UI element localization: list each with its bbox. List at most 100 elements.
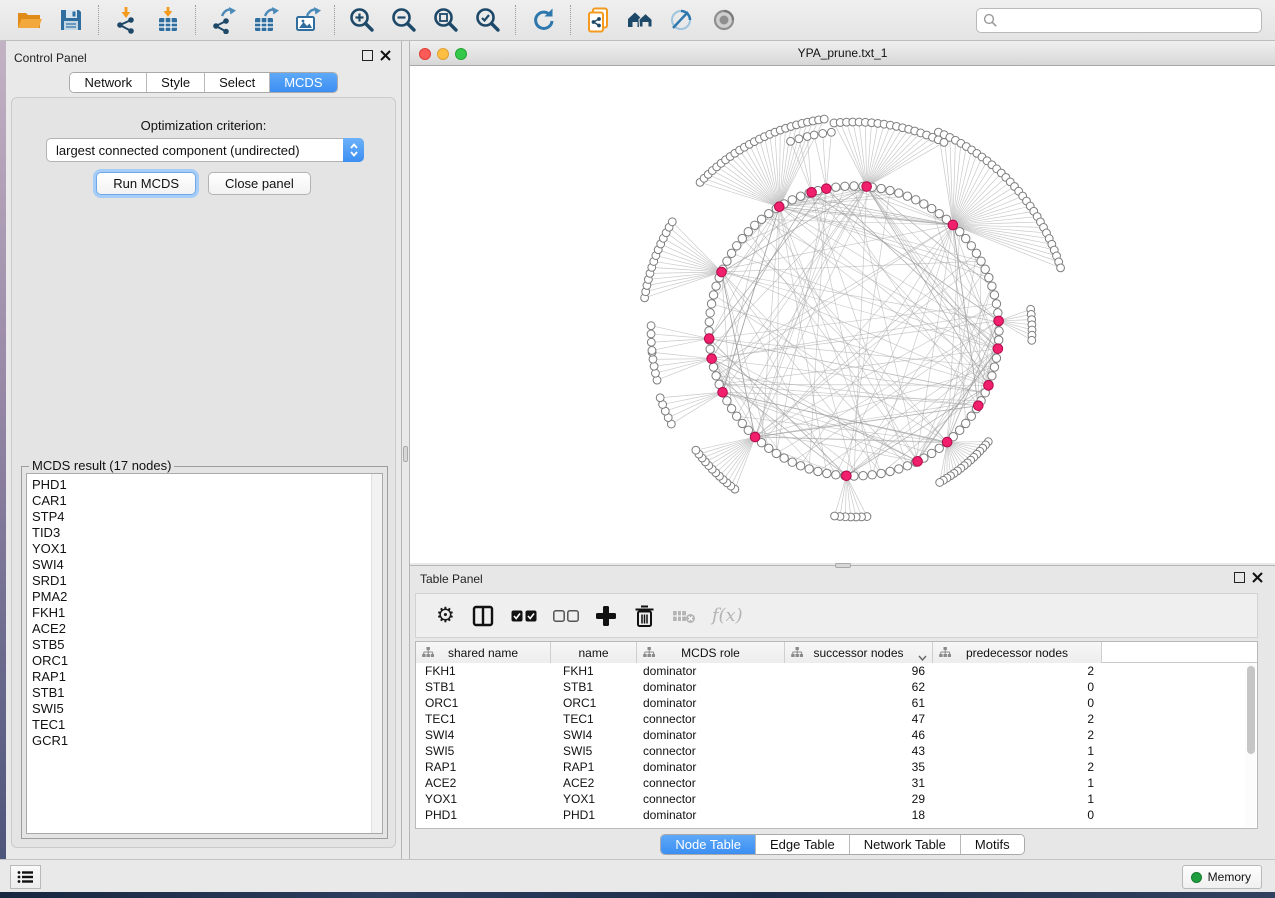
mcds-result-list[interactable]: PHD1CAR1STP4TID3YOX1SWI4SRD1PMA2FKH1ACE2… [26, 473, 383, 834]
mcds-result-item[interactable]: FKH1 [27, 605, 382, 621]
float-panel-icon[interactable] [1234, 572, 1245, 583]
float-panel-icon[interactable] [362, 50, 373, 61]
network-graph[interactable] [410, 66, 1275, 563]
cell-MCDS-role[interactable]: connector [637, 791, 785, 807]
tab-mcds[interactable]: MCDS [270, 73, 336, 92]
tab-select[interactable]: Select [205, 73, 270, 92]
close-panel-button[interactable]: Close panel [208, 172, 311, 195]
cell-shared-name[interactable]: ORC1 [416, 695, 551, 711]
mcds-result-item[interactable]: STB1 [27, 685, 382, 701]
cell-successor-nodes[interactable]: 29 [785, 791, 933, 807]
cell-shared-name[interactable]: TEC1 [416, 711, 551, 727]
network-view-canvas[interactable] [410, 66, 1275, 563]
deselect-all-icon[interactable] [553, 599, 579, 633]
network-file-icon[interactable] [581, 4, 615, 36]
cell-successor-nodes[interactable]: 96 [785, 663, 933, 679]
cell-predecessor-nodes[interactable]: 0 [933, 807, 1102, 823]
table-scrollbar-thumb[interactable] [1247, 666, 1255, 754]
cell-MCDS-role[interactable]: connector [637, 775, 785, 791]
network-window-titlebar[interactable]: YPA_prune.txt_1 [410, 41, 1275, 66]
save-session-icon[interactable] [54, 4, 88, 36]
hide-panels-icon[interactable] [665, 4, 699, 36]
table-row[interactable]: STB1STB1dominator620 [416, 679, 1257, 695]
cell-successor-nodes[interactable]: 61 [785, 695, 933, 711]
search-input[interactable] [998, 13, 1261, 29]
cell-shared-name[interactable]: SWI5 [416, 743, 551, 759]
select-all-icon[interactable] [511, 599, 537, 633]
table-row[interactable]: PHD1PHD1dominator180 [416, 807, 1257, 823]
vertical-splitter[interactable] [401, 41, 410, 859]
optimization-criterion-select[interactable]: largest connected component (undirected) [46, 138, 364, 162]
cell-MCDS-role[interactable]: dominator [637, 663, 785, 679]
refresh-icon[interactable] [526, 4, 560, 36]
column-header-shared-name[interactable]: shared name [416, 642, 551, 663]
cell-name[interactable]: ORC1 [551, 695, 637, 711]
cell-successor-nodes[interactable]: 31 [785, 775, 933, 791]
table-row[interactable]: RAP1RAP1dominator352 [416, 759, 1257, 775]
table-row[interactable]: YOX1YOX1connector291 [416, 791, 1257, 807]
cell-predecessor-nodes[interactable]: 2 [933, 711, 1102, 727]
cell-predecessor-nodes[interactable]: 2 [933, 759, 1102, 775]
home-networks-icon[interactable] [623, 4, 657, 36]
cell-shared-name[interactable]: FKH1 [416, 663, 551, 679]
columns-icon[interactable] [471, 599, 495, 633]
mcds-result-item[interactable]: TID3 [27, 525, 382, 541]
mcds-list-scrollbar[interactable] [371, 474, 382, 833]
memory-button[interactable]: Memory [1182, 865, 1262, 889]
cell-successor-nodes[interactable]: 35 [785, 759, 933, 775]
cell-predecessor-nodes[interactable]: 0 [933, 695, 1102, 711]
export-table-icon[interactable] [248, 4, 282, 36]
cell-MCDS-role[interactable]: dominator [637, 727, 785, 743]
cell-name[interactable]: RAP1 [551, 759, 637, 775]
zoom-fit-icon[interactable] [429, 4, 463, 36]
cell-MCDS-role[interactable]: dominator [637, 759, 785, 775]
mcds-result-item[interactable]: SWI4 [27, 557, 382, 573]
cell-predecessor-nodes[interactable]: 1 [933, 775, 1102, 791]
cell-name[interactable]: SWI5 [551, 743, 637, 759]
open-file-icon[interactable] [12, 4, 46, 36]
cell-name[interactable]: YOX1 [551, 791, 637, 807]
table-scrollbar[interactable] [1245, 663, 1256, 827]
cell-predecessor-nodes[interactable]: 2 [933, 727, 1102, 743]
table-row[interactable]: FKH1FKH1dominator962 [416, 663, 1257, 679]
cell-successor-nodes[interactable]: 18 [785, 807, 933, 823]
node-table[interactable]: shared namenameMCDS rolesuccessor nodesp… [415, 641, 1258, 829]
cell-MCDS-role[interactable]: connector [637, 711, 785, 727]
table-row[interactable]: SWI5SWI5connector431 [416, 743, 1257, 759]
tab-motifs[interactable]: Motifs [961, 835, 1024, 854]
tab-network[interactable]: Network [70, 73, 147, 92]
mcds-result-item[interactable]: RAP1 [27, 669, 382, 685]
mcds-result-item[interactable]: SWI5 [27, 701, 382, 717]
tab-style[interactable]: Style [147, 73, 205, 92]
table-row[interactable]: SWI4SWI4dominator462 [416, 727, 1257, 743]
show-panels-icon[interactable] [707, 4, 741, 36]
mcds-result-item[interactable]: CAR1 [27, 493, 382, 509]
cell-name[interactable]: PHD1 [551, 807, 637, 823]
column-header-predecessor-nodes[interactable]: predecessor nodes [933, 642, 1102, 663]
cell-shared-name[interactable]: PHD1 [416, 807, 551, 823]
gear-icon[interactable]: ⚙ [436, 599, 455, 633]
splitter-grip[interactable] [403, 446, 408, 462]
tab-network-table[interactable]: Network Table [850, 835, 961, 854]
cell-name[interactable]: ACE2 [551, 775, 637, 791]
cell-successor-nodes[interactable]: 43 [785, 743, 933, 759]
cell-predecessor-nodes[interactable]: 1 [933, 743, 1102, 759]
cell-name[interactable]: SWI4 [551, 727, 637, 743]
cell-name[interactable]: STB1 [551, 679, 637, 695]
mcds-result-item[interactable]: SRD1 [27, 573, 382, 589]
add-row-icon[interactable] [595, 599, 617, 633]
import-table-icon[interactable] [151, 4, 185, 36]
cell-MCDS-role[interactable]: connector [637, 743, 785, 759]
mcds-result-item[interactable]: ORC1 [27, 653, 382, 669]
cell-name[interactable]: FKH1 [551, 663, 637, 679]
cell-shared-name[interactable]: YOX1 [416, 791, 551, 807]
mcds-result-item[interactable]: PMA2 [27, 589, 382, 605]
mcds-result-item[interactable]: PHD1 [27, 477, 382, 493]
zoom-in-icon[interactable] [345, 4, 379, 36]
horizontal-splitter-grip[interactable] [835, 563, 851, 568]
search-field[interactable] [976, 8, 1262, 33]
mcds-result-item[interactable]: YOX1 [27, 541, 382, 557]
export-image-icon[interactable] [290, 4, 324, 36]
import-network-icon[interactable] [109, 4, 143, 36]
column-header-name[interactable]: name [551, 642, 637, 663]
